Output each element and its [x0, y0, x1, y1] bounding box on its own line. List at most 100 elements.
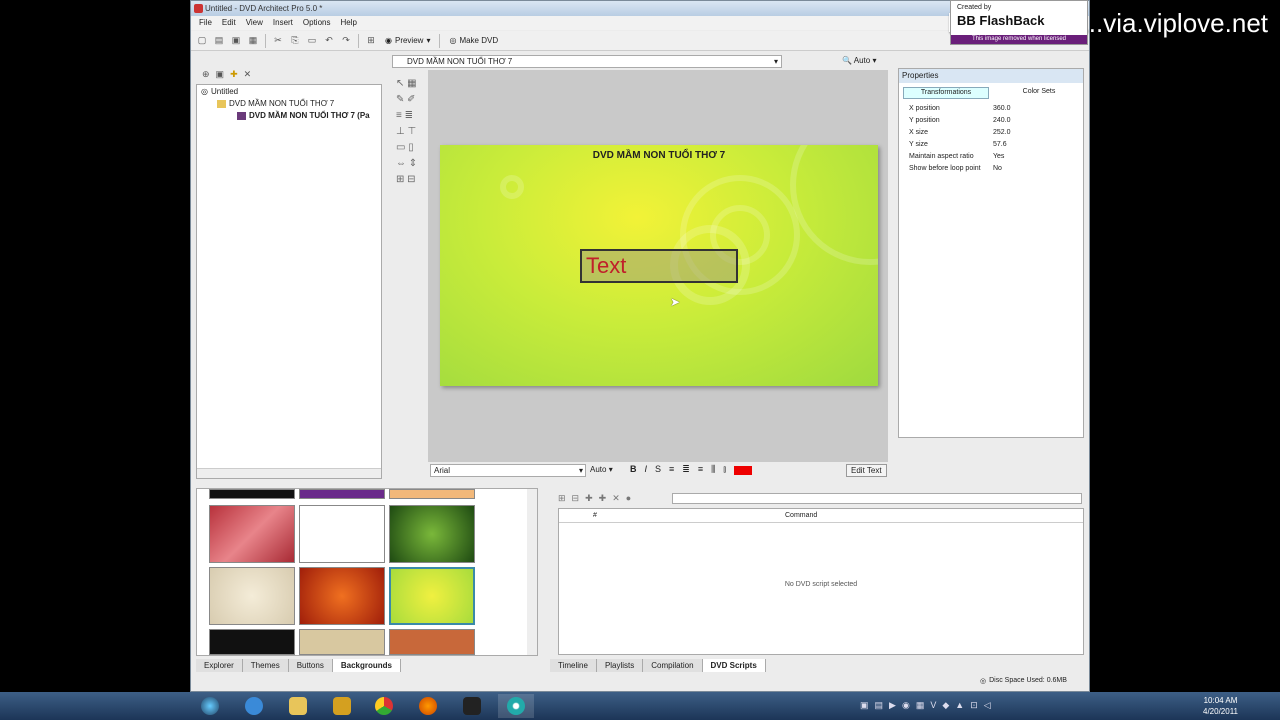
background-thumb[interactable]	[209, 505, 295, 563]
tray-icon[interactable]: ◉	[902, 700, 910, 711]
add-icon[interactable]: ✚	[230, 69, 238, 80]
taskbar-explorer[interactable]	[280, 694, 316, 718]
cut-icon[interactable]: ✂	[271, 34, 285, 48]
vertical-scrollbar[interactable]	[527, 489, 537, 655]
background-thumb-selected[interactable]	[389, 567, 475, 625]
tab-compilation[interactable]: Compilation	[643, 659, 703, 672]
make-dvd-button[interactable]: ◎ Make DVD	[445, 36, 502, 45]
zoom-select[interactable]: 🔍 Auto ▾	[842, 55, 876, 67]
prop-value[interactable]: Yes	[993, 153, 1004, 160]
open-icon[interactable]: ▤	[212, 34, 226, 48]
record-icon[interactable]: ●	[626, 493, 631, 503]
background-thumb[interactable]	[209, 629, 295, 655]
menu-title[interactable]: DVD MẦM NON TUỔI THƠ 7	[440, 150, 878, 161]
script-delete-icon[interactable]: ✕	[612, 493, 620, 504]
tray-icon[interactable]: ▣	[860, 700, 869, 711]
menu-view[interactable]: View	[242, 16, 267, 30]
text-color-swatch[interactable]	[734, 466, 753, 475]
edit-text-button[interactable]: Edit Text	[846, 464, 887, 477]
background-thumb[interactable]	[299, 629, 385, 655]
tree-folder[interactable]: DVD MẦM NON TUỔI THƠ 7	[217, 99, 334, 108]
tab-dvd-scripts[interactable]: DVD Scripts	[702, 659, 766, 672]
menu-background[interactable]: DVD MẦM NON TUỔI THƠ 7 Text ➤	[440, 145, 878, 386]
script-copy-icon[interactable]: ⊟	[572, 493, 580, 504]
tab-playlists[interactable]: Playlists	[596, 659, 644, 672]
paste-icon[interactable]: ▭	[305, 34, 319, 48]
prop-value[interactable]: 57.6	[993, 141, 1007, 148]
tray-icon[interactable]: V	[930, 700, 936, 711]
tab-backgrounds[interactable]: Backgrounds	[332, 659, 401, 672]
tab-explorer[interactable]: Explorer	[196, 659, 243, 672]
redo-icon[interactable]: ↷	[339, 34, 353, 48]
tab-themes[interactable]: Themes	[242, 659, 289, 672]
font-select[interactable]: Arial ▾	[430, 464, 586, 477]
menu-edit[interactable]: Edit	[218, 16, 240, 30]
menu-help[interactable]: Help	[336, 16, 360, 30]
menu-file[interactable]: File	[195, 16, 216, 30]
new-icon[interactable]: ▢	[195, 34, 209, 48]
save-as-icon[interactable]: ▦	[246, 34, 260, 48]
prop-value[interactable]: 360.0	[993, 105, 1011, 112]
taskbar-media[interactable]	[454, 694, 490, 718]
delete-icon[interactable]: ✕	[244, 69, 252, 80]
horizontal-scrollbar[interactable]	[197, 468, 381, 478]
background-thumb[interactable]	[209, 489, 295, 499]
grid-tool-icon[interactable]: ⊞	[364, 34, 378, 48]
taskbar-ie[interactable]	[236, 694, 272, 718]
tray-icon[interactable]: ▤	[875, 700, 884, 711]
italic-icon[interactable]: I	[645, 464, 648, 475]
script-insert-icon[interactable]: ✚	[585, 493, 593, 504]
undo-icon[interactable]: ↶	[322, 34, 336, 48]
prop-value[interactable]: No	[993, 165, 1002, 172]
text-object[interactable]: Text	[580, 249, 738, 283]
tree-root[interactable]: ◎ Untitled	[201, 87, 238, 96]
tab-color-sets[interactable]: Color Sets	[999, 87, 1079, 99]
script-add-icon[interactable]: ⊞	[558, 493, 566, 504]
background-thumb[interactable]	[389, 489, 475, 499]
tab-timeline[interactable]: Timeline	[550, 659, 597, 672]
background-thumb[interactable]	[209, 567, 295, 625]
tray-icon[interactable]: ⊡	[970, 700, 978, 711]
tab-transformations[interactable]: Transformations	[903, 87, 989, 99]
start-button[interactable]	[192, 694, 228, 718]
spacing-icon[interactable]: ⫼	[711, 464, 715, 475]
taskbar-app[interactable]	[324, 694, 360, 718]
menu-insert[interactable]: Insert	[269, 16, 297, 30]
preview-button[interactable]: ◉ Preview ▾	[381, 36, 434, 45]
tree-menu-page[interactable]: DVD MẦM NON TUỔI THƠ 7 (Pa	[237, 111, 370, 120]
clock[interactable]: 10:04 AM 4/20/2011	[1203, 695, 1238, 717]
align-left-icon[interactable]: ≡	[669, 464, 674, 475]
tray-icon[interactable]: ▲	[955, 700, 964, 711]
tray-icon[interactable]: ▶	[889, 700, 896, 711]
target-icon[interactable]: ⊕	[202, 69, 210, 80]
background-thumb[interactable]	[299, 505, 385, 563]
stop-icon[interactable]: ▣	[216, 69, 225, 80]
volume-icon[interactable]: ◁	[984, 700, 991, 711]
bold-icon[interactable]: B	[630, 464, 637, 475]
shadow-icon[interactable]: S	[655, 464, 661, 475]
mouse-cursor-icon: ➤	[670, 295, 681, 309]
background-thumb[interactable]	[299, 567, 385, 625]
page-selector[interactable]: DVD MẦM NON TUỔI THƠ 7 ▾	[392, 55, 782, 68]
prop-value[interactable]: 240.0	[993, 117, 1011, 124]
background-thumb[interactable]	[389, 505, 475, 563]
tray-icon[interactable]: ◆	[942, 700, 949, 711]
copy-icon[interactable]: ⎘	[288, 34, 302, 48]
background-thumb[interactable]	[389, 629, 475, 655]
taskbar-dvd-architect[interactable]	[498, 694, 534, 718]
prop-value[interactable]: 252.0	[993, 129, 1011, 136]
tab-buttons[interactable]: Buttons	[288, 659, 333, 672]
save-icon[interactable]: ▣	[229, 34, 243, 48]
taskbar-firefox[interactable]	[410, 694, 446, 718]
taskbar-chrome[interactable]	[366, 694, 402, 718]
script-select[interactable]	[672, 492, 1082, 504]
align-right-icon[interactable]: ≡	[698, 464, 703, 475]
align-center-icon[interactable]: ≣	[682, 464, 690, 475]
script-insert2-icon[interactable]: ✚	[599, 493, 607, 504]
menu-options[interactable]: Options	[299, 16, 335, 30]
tray-icon[interactable]: ▦	[916, 700, 925, 711]
size-select[interactable]: Auto ▾	[590, 465, 613, 474]
alignment-tools[interactable]: ↖ ▦ ✎ ✐ ≡ ≣ ⊥ ⊤ ▭ ▯ ⇔ ⇕ ⊞ ⊟	[396, 76, 417, 188]
background-thumb[interactable]	[299, 489, 385, 499]
valign-icon[interactable]: ⫾	[723, 464, 726, 475]
